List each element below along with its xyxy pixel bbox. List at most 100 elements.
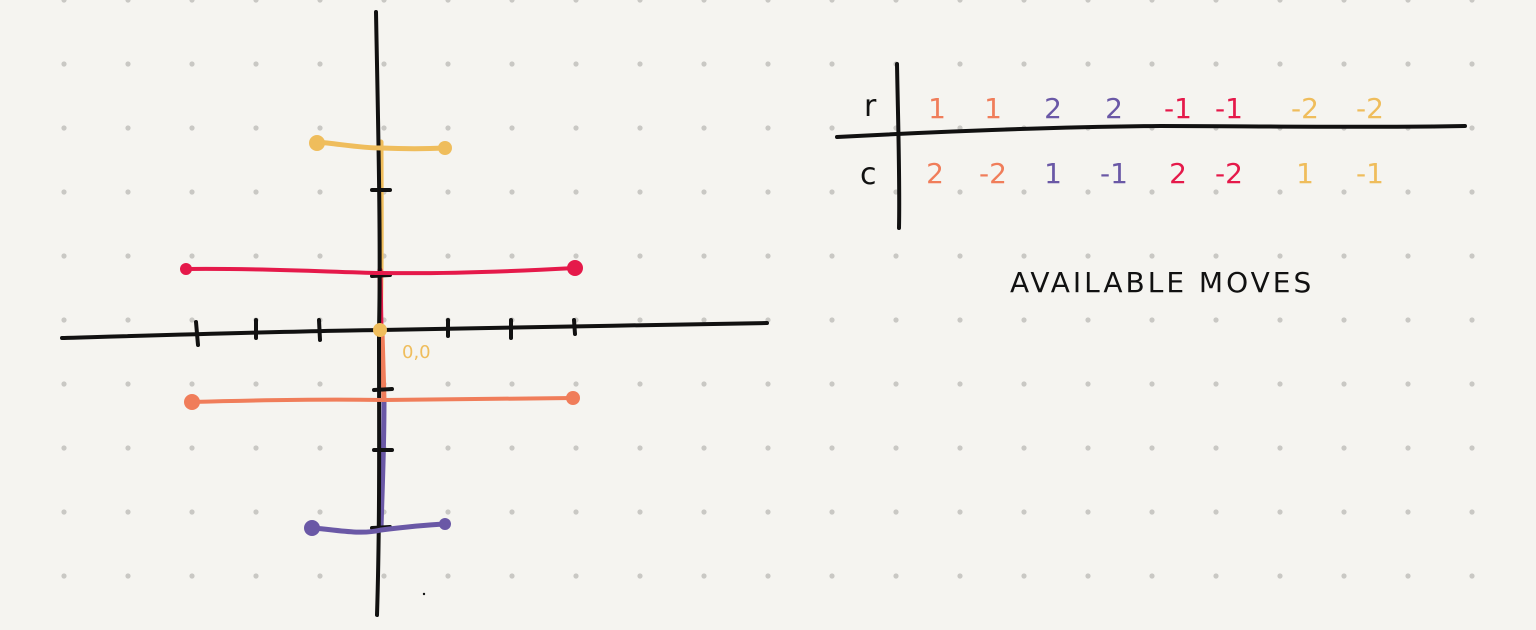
yellow-bar-endpoint-left (309, 135, 325, 151)
grid-dot (1341, 253, 1347, 259)
grid-dot (1277, 61, 1283, 67)
grid-dot (317, 445, 323, 451)
grid-dot (701, 125, 707, 131)
grid-dot (509, 253, 515, 259)
grid-dot (1341, 317, 1347, 323)
orange-bar-endpoint-left (184, 394, 200, 410)
grid-dot (189, 573, 195, 579)
grid-dot (701, 317, 707, 323)
grid-dot (1405, 509, 1411, 515)
grid-dot (701, 61, 707, 67)
grid-dot (637, 189, 643, 195)
grid-dot (1085, 381, 1091, 387)
move-c-value: 2 (926, 157, 944, 190)
grid-dot (573, 61, 579, 67)
grid-dot (61, 125, 67, 131)
grid-dot (573, 125, 579, 131)
grid-dot (573, 573, 579, 579)
grid-dot (317, 125, 323, 131)
grid-dot (61, 61, 67, 67)
grid-dot (829, 445, 835, 451)
table-vertical-line (895, 62, 902, 230)
grid-dot (317, 189, 323, 195)
move-r-value: -2 (1356, 92, 1384, 125)
grid-dot (1469, 573, 1475, 579)
grid-dot (1085, 253, 1091, 259)
grid-dot (189, 125, 195, 131)
move-r-value: 1 (928, 92, 946, 125)
purple-bar-endpoint-right (439, 518, 451, 530)
grid-dot (765, 381, 771, 387)
move-r-value: -1 (1215, 92, 1243, 125)
grid-dot (509, 125, 515, 131)
y-tick (372, 387, 394, 392)
grid-dot (61, 381, 67, 387)
x-tick (572, 318, 577, 336)
grid-dot (637, 317, 643, 323)
col-header-c: c (860, 157, 877, 192)
purple-bar-endpoint-left (304, 520, 320, 536)
grid-dot (893, 317, 899, 323)
grid-dot (637, 445, 643, 451)
grid-dot (1149, 445, 1155, 451)
grid-dot (1085, 317, 1091, 323)
grid-dot (253, 573, 259, 579)
grid-dot (1405, 317, 1411, 323)
grid-dot (1341, 509, 1347, 515)
grid-dot (829, 573, 835, 579)
grid-dot (317, 61, 323, 67)
grid-dot (1021, 317, 1027, 323)
grid-dot (445, 445, 451, 451)
grid-dot (829, 189, 835, 195)
grid-dot (1341, 381, 1347, 387)
grid-dot (253, 445, 259, 451)
grid-dot (1277, 445, 1283, 451)
grid-dot (1213, 317, 1219, 323)
grid-dot (765, 573, 771, 579)
grid-dot (1405, 61, 1411, 67)
grid-dot (125, 125, 131, 131)
grid-dot (253, 253, 259, 259)
grid-dot (829, 253, 835, 259)
grid-dot (445, 189, 451, 195)
grid-dot (125, 317, 131, 323)
grid-dot (829, 317, 835, 323)
grid-dot (1469, 125, 1475, 131)
grid-dot (253, 61, 259, 67)
grid-dot (1149, 189, 1155, 195)
grid-dot (1213, 445, 1219, 451)
move-c-value: -1 (1356, 157, 1384, 190)
grid-dot (1469, 253, 1475, 259)
grid-dot (61, 317, 67, 323)
grid-dot (573, 509, 579, 515)
grid-dot (765, 125, 771, 131)
grid-dot (957, 445, 963, 451)
move-c-value: -1 (1100, 157, 1128, 190)
grid-dot (1085, 509, 1091, 515)
y-tick (370, 273, 392, 278)
grid-dot (1341, 445, 1347, 451)
grid-dot (957, 509, 963, 515)
grid-dot (1405, 445, 1411, 451)
grid-dot (61, 509, 67, 515)
grid-dot (445, 125, 451, 131)
grid-dot (445, 61, 451, 67)
orange-bar-endpoint-right (566, 391, 580, 405)
grid-dot (509, 61, 515, 67)
grid-dot (637, 125, 643, 131)
grid-dot (317, 509, 323, 515)
grid-dot (1149, 573, 1155, 579)
grid-dot (829, 61, 835, 67)
grid-dot (1021, 189, 1027, 195)
grid-dot (1021, 573, 1027, 579)
grid-dot (125, 445, 131, 451)
grid-dot (701, 573, 707, 579)
grid-dot (1405, 253, 1411, 259)
grid-dot (765, 61, 771, 67)
grid-dot (957, 253, 963, 259)
grid-dot (317, 253, 323, 259)
grid-dot (445, 253, 451, 259)
grid-dot (893, 573, 899, 579)
grid-dot (125, 189, 131, 195)
grid-dot (1213, 253, 1219, 259)
